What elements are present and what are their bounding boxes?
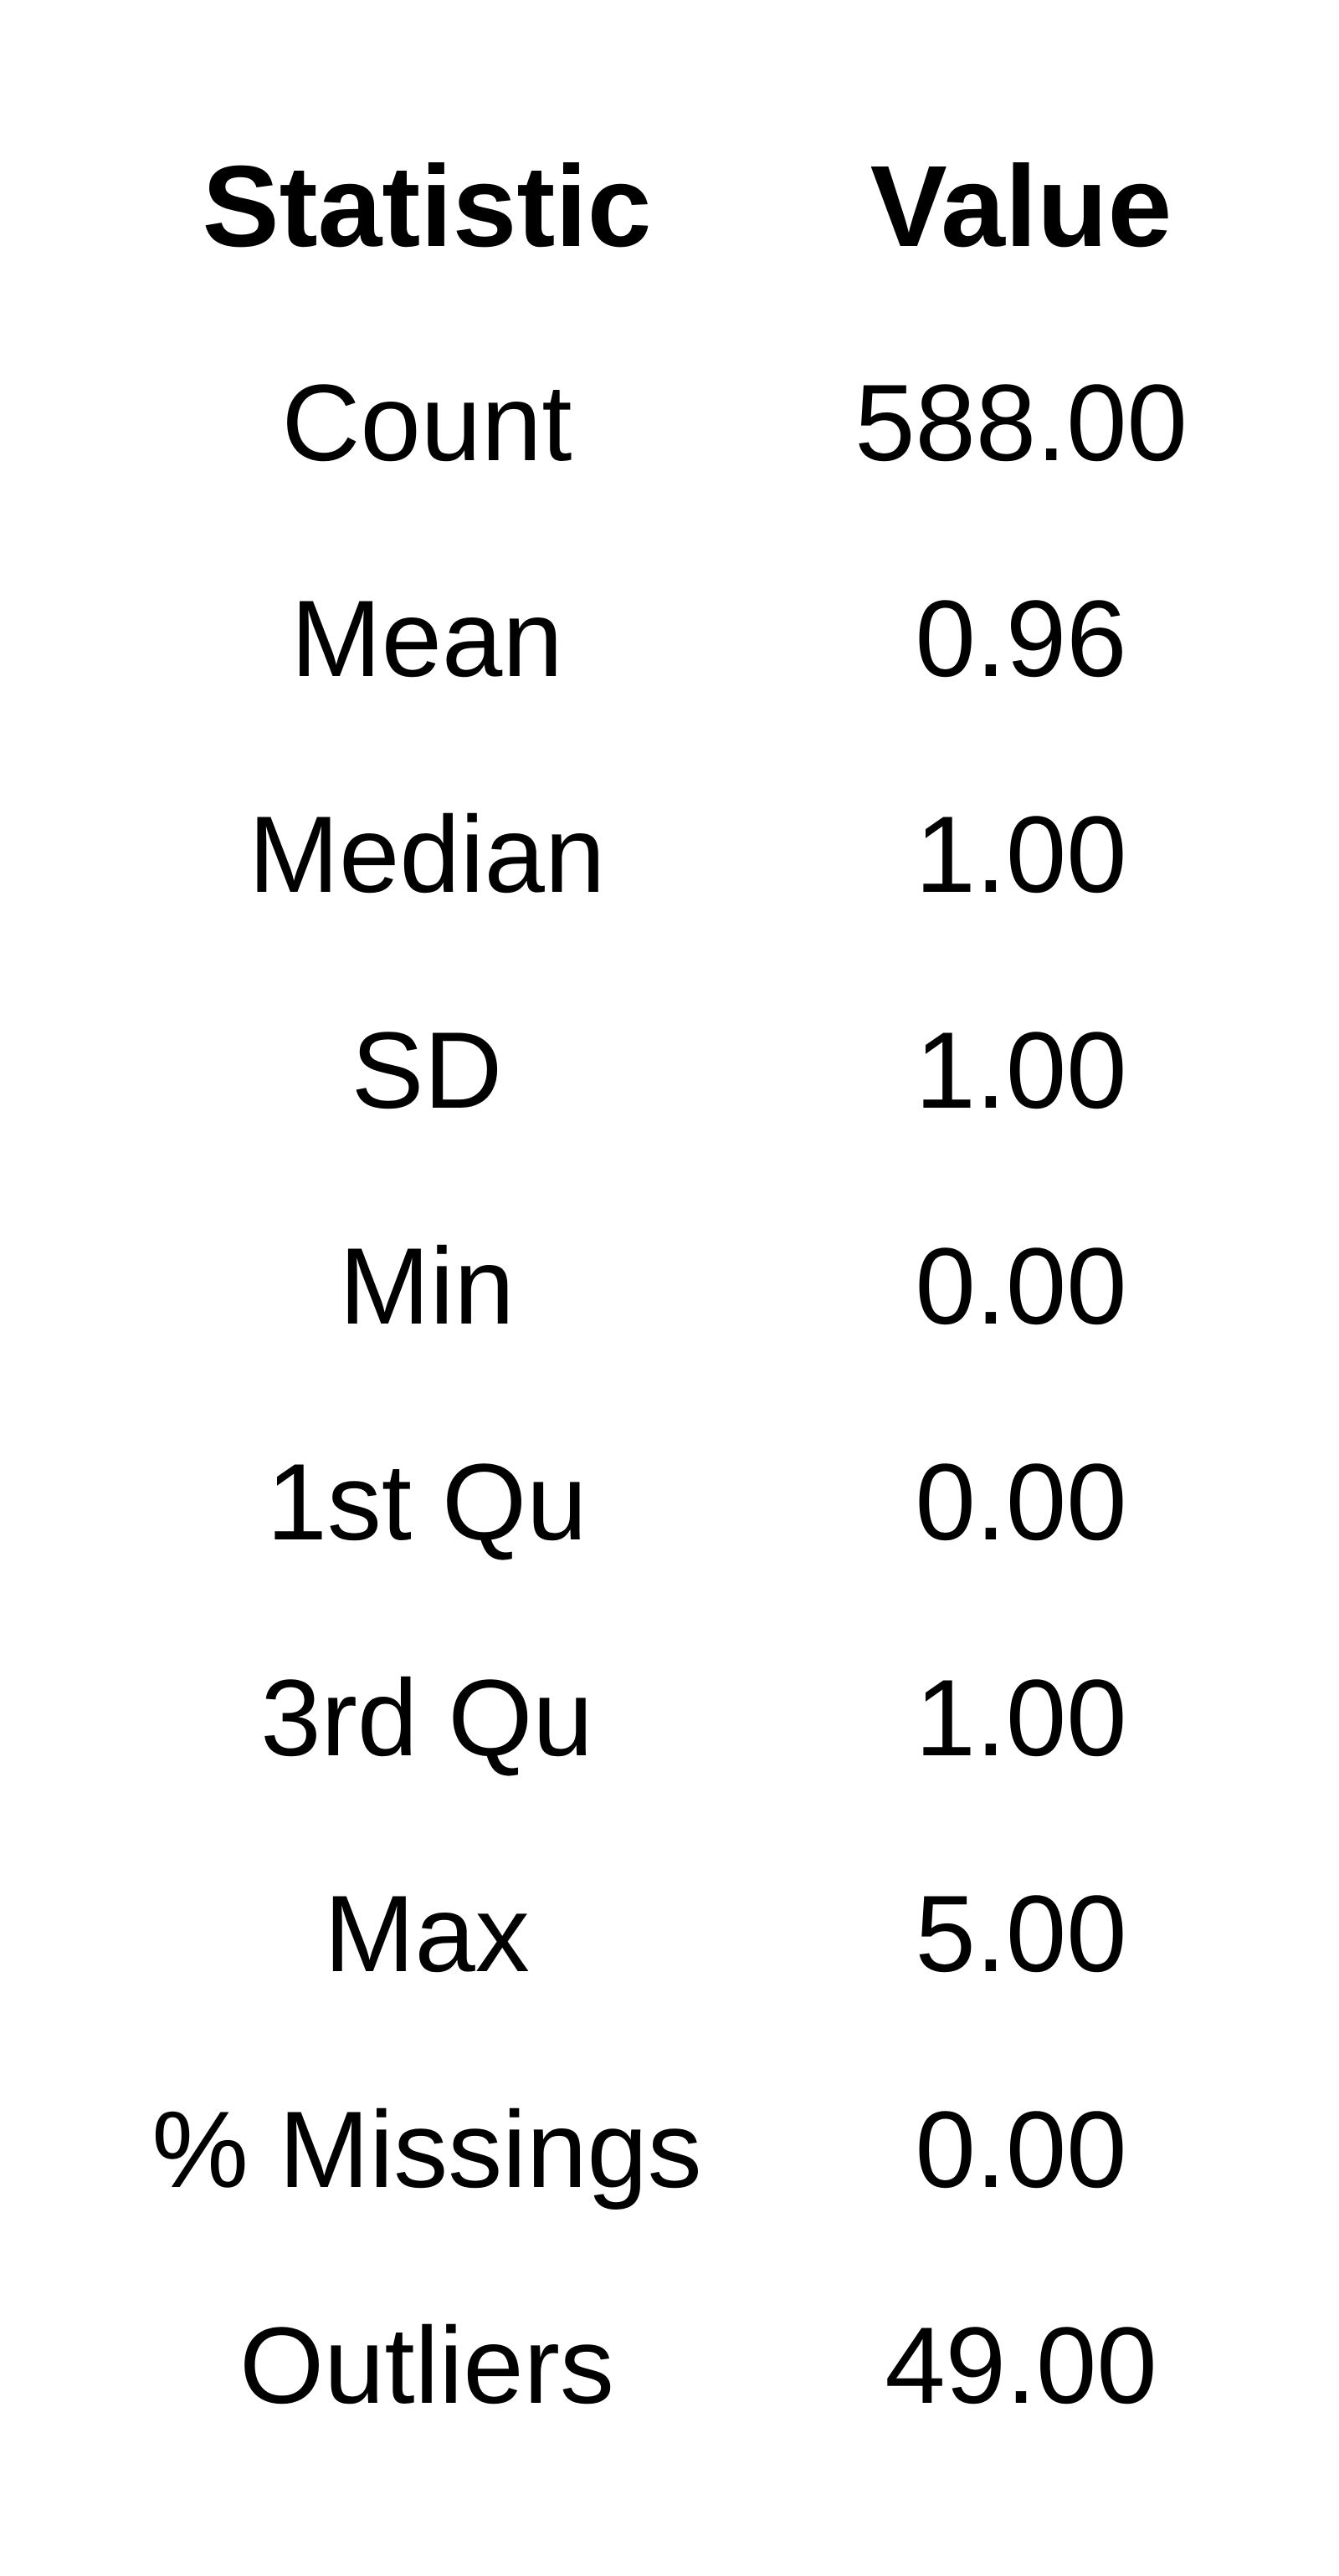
table-row: Median 1.00: [0, 746, 1339, 962]
statistic-value: 0.00: [915, 1441, 1127, 1563]
statistic-value: 1.00: [915, 793, 1127, 915]
statistics-table: Statistic Value Count 588.00 Mean 0.96 Media…: [0, 0, 1339, 2576]
statistic-value: 0.00: [915, 1225, 1127, 1347]
statistic-value: 588.00: [854, 361, 1188, 484]
table-row: 1st Qu 0.00: [0, 1394, 1339, 1610]
table-row: Outliers 49.00: [0, 2257, 1339, 2473]
statistic-value: 1.00: [915, 1009, 1127, 1131]
table-row: % Missings 0.00: [0, 2041, 1339, 2257]
statistic-label: Median: [248, 793, 606, 915]
statistic-value: 49.00: [885, 2304, 1157, 2426]
statistic-value: 0.96: [915, 577, 1127, 699]
table-row: Count 588.00: [0, 315, 1339, 530]
statistic-label: SD: [351, 1009, 503, 1131]
table-row: Max 5.00: [0, 1826, 1339, 2041]
statistic-value: 0.00: [915, 2088, 1127, 2210]
statistic-value: 1.00: [915, 1657, 1127, 1779]
statistic-label: 1st Qu: [266, 1441, 587, 1563]
table-row: SD 1.00: [0, 962, 1339, 1178]
table-row: Min 0.00: [0, 1178, 1339, 1394]
statistic-label: Mean: [290, 577, 563, 699]
table-row: 3rd Qu 1.00: [0, 1610, 1339, 1826]
statistic-value: 5.00: [915, 1872, 1127, 1995]
column-header-value: Value: [870, 142, 1172, 271]
table-row: Mean 0.96: [0, 530, 1339, 746]
column-header-statistic: Statistic: [202, 142, 652, 271]
table-header-row: Statistic Value: [0, 99, 1339, 315]
statistic-label: Outliers: [239, 2304, 614, 2426]
statistic-label: Count: [281, 361, 572, 484]
statistic-label: 3rd Qu: [260, 1657, 593, 1779]
statistic-label: Max: [324, 1872, 530, 1995]
statistic-label: % Missings: [151, 2088, 702, 2210]
statistic-label: Min: [339, 1225, 515, 1347]
